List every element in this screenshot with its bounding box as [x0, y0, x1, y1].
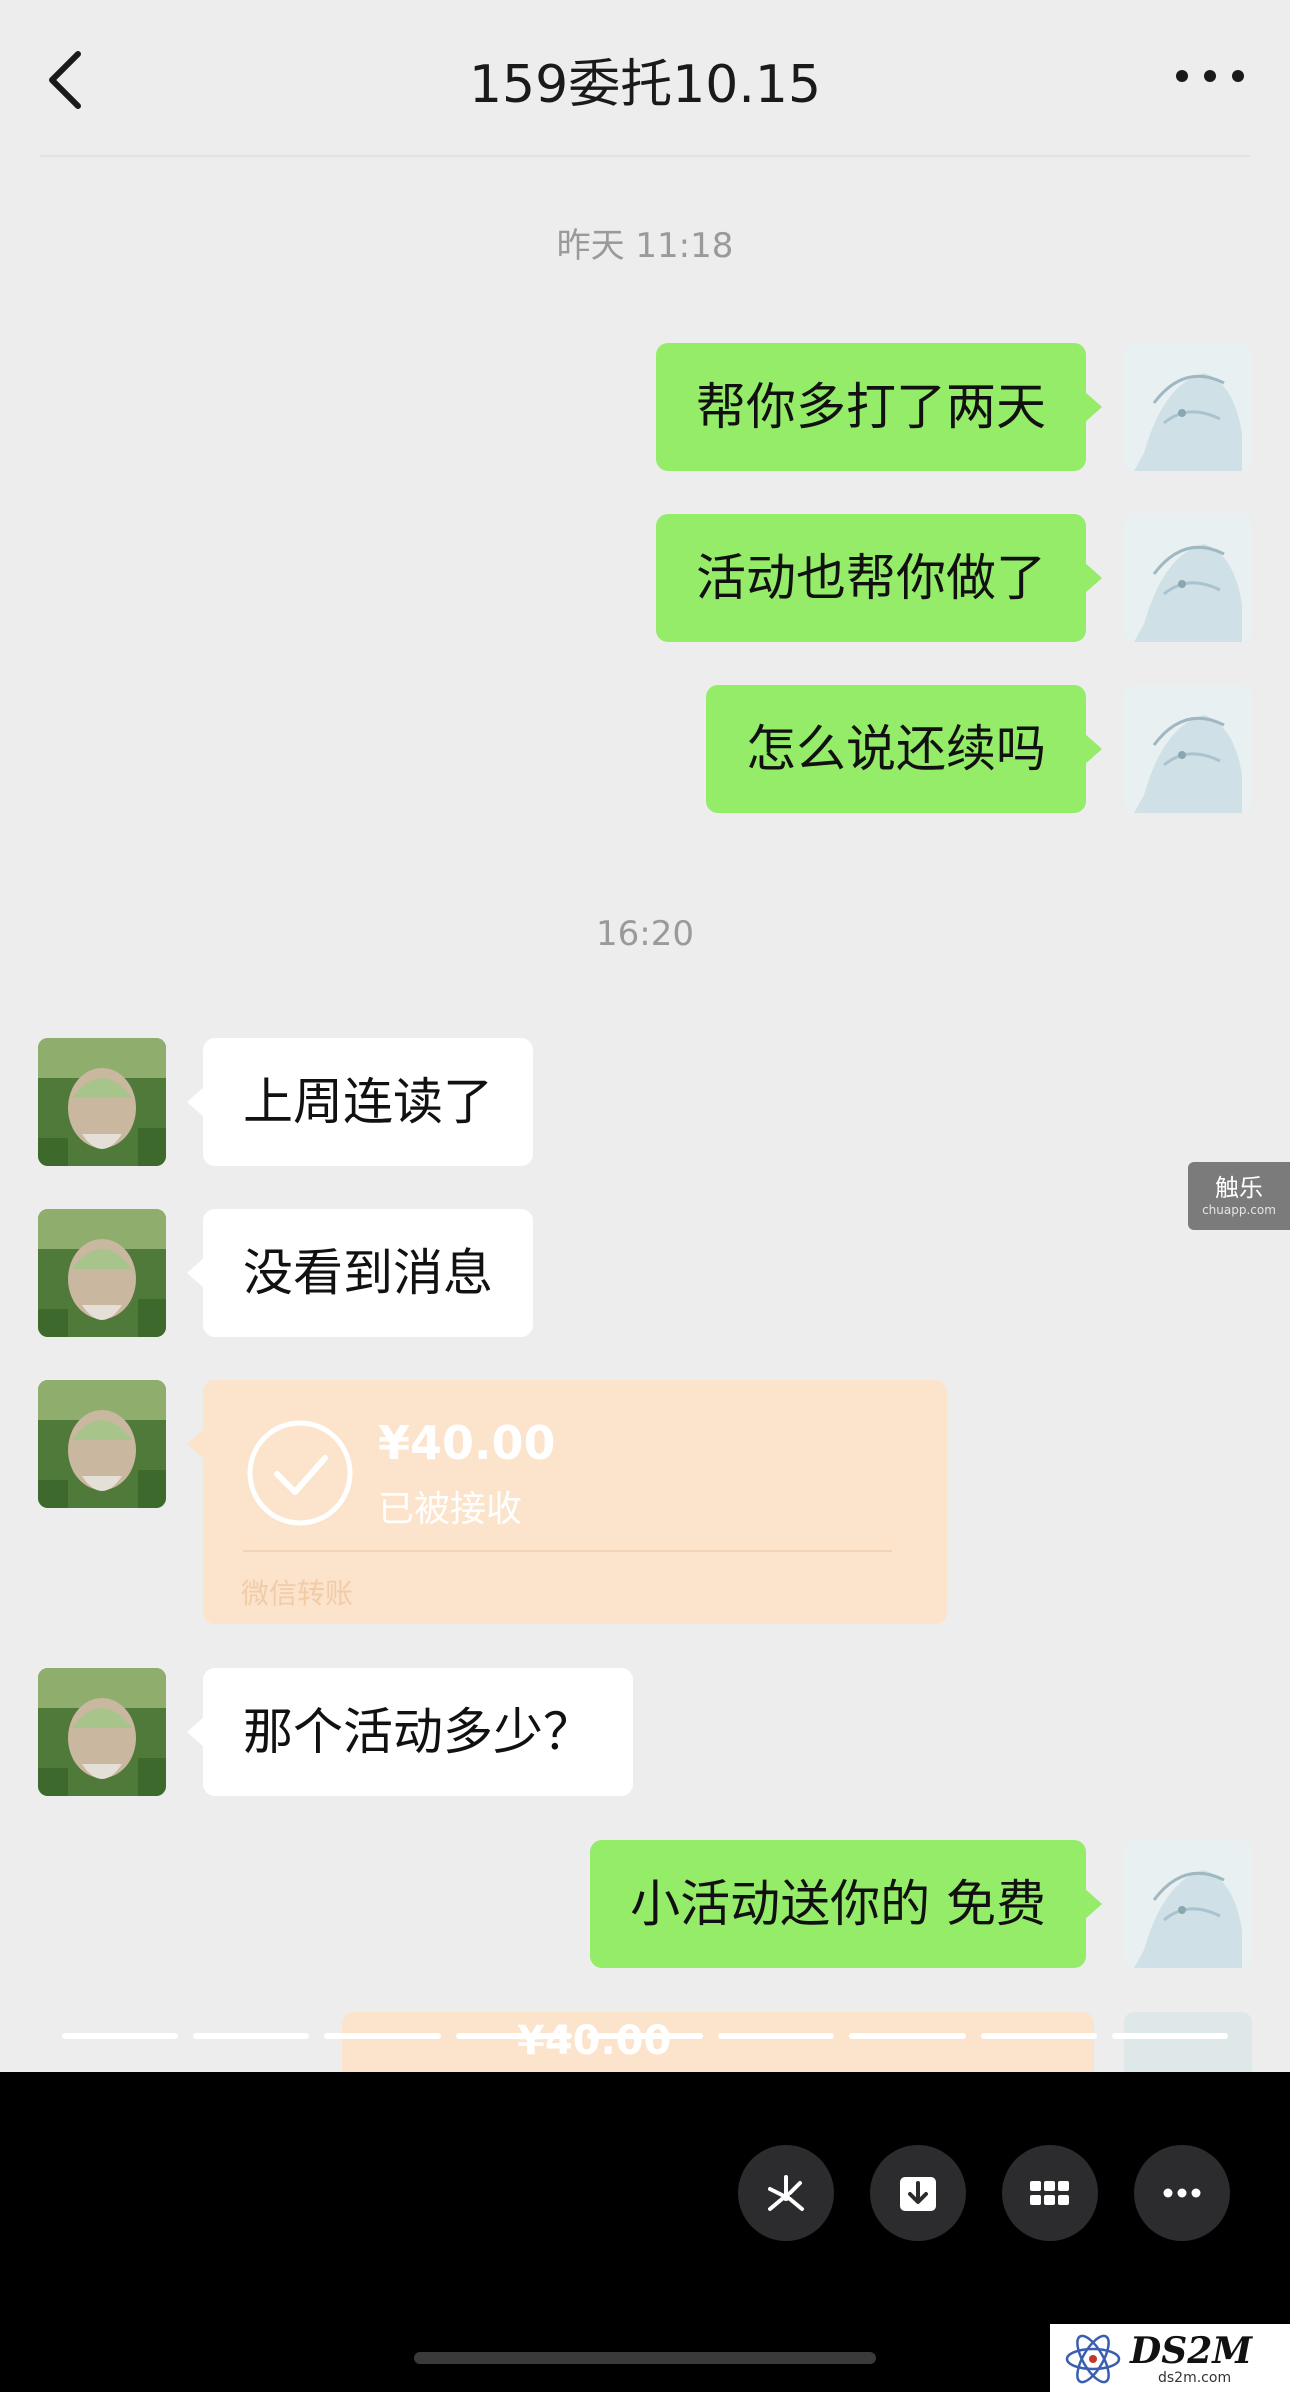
message-bubble-sent[interactable]: 小活动送你的 免费 [590, 1840, 1102, 1968]
contact-avatar[interactable] [38, 1380, 166, 1508]
atom-logo-icon [1065, 2334, 1121, 2384]
checkmark-circle-icon [247, 1420, 353, 1526]
download-button[interactable] [870, 2145, 966, 2241]
transfer-footer-label: 微信转账 [241, 1577, 354, 1610]
grid-icon [1030, 2181, 1069, 2205]
nav-divider [40, 155, 1250, 157]
share-icon [768, 2175, 804, 2211]
message-bubble-sent[interactable]: 怎么说还续吗 [706, 685, 1102, 813]
transfer-amount: ¥40.00 [378, 1416, 556, 1470]
chat-title: 159委托10.15 [468, 55, 822, 115]
chat-screen: 159委托10.15 昨天 11:18 帮你多打了两天 活动也帮你做了 怎么说还… [0, 0, 1290, 2072]
watermark-tab: 触乐 chuapp.com [1188, 1162, 1290, 1230]
message-bubble-received[interactable]: 那个活动多少？ [187, 1668, 633, 1796]
share-button[interactable] [738, 2145, 834, 2241]
contact-avatar[interactable] [38, 1668, 166, 1796]
apps-grid-button[interactable] [1002, 2145, 1098, 2241]
corner-watermark: DS2M ds2m.com [1050, 2324, 1290, 2392]
message-bubble-sent[interactable]: 活动也帮你做了 [656, 514, 1102, 642]
timestamp: 昨天 11:18 [556, 226, 734, 266]
transfer-card-partial[interactable]: ¥40.00 [342, 2012, 1094, 2072]
more-dots-icon [1176, 70, 1244, 82]
transfer-card[interactable]: ¥40.00 已被接收 微信转账 [187, 1380, 947, 1624]
page-progress-bars [62, 2033, 1228, 2039]
contact-avatar[interactable] [38, 1209, 166, 1337]
download-icon [900, 2177, 936, 2211]
transfer-amount: ¥40.00 [517, 2018, 672, 2064]
nav-bar: 159委托10.15 [0, 0, 1290, 150]
my-avatar[interactable] [1124, 685, 1252, 813]
my-avatar[interactable] [1124, 2012, 1252, 2072]
more-options-button[interactable] [1170, 56, 1250, 96]
my-avatar[interactable] [1124, 514, 1252, 642]
message-bubble-sent[interactable]: 帮你多打了两天 [656, 343, 1102, 471]
transfer-status: 已被接收 [378, 1489, 523, 1530]
message-bubble-received[interactable]: 上周连读了 [187, 1038, 533, 1166]
my-avatar[interactable] [1124, 1840, 1252, 1968]
more-actions-button[interactable] [1134, 2145, 1230, 2241]
message-bubble-received[interactable]: 没看到消息 [187, 1209, 533, 1337]
home-indicator [414, 2352, 876, 2364]
my-avatar[interactable] [1124, 343, 1252, 471]
timestamp: 16:20 [596, 914, 694, 954]
contact-avatar[interactable] [38, 1038, 166, 1166]
transfer-divider [243, 1550, 892, 1552]
more-icon [1163, 2188, 1201, 2198]
